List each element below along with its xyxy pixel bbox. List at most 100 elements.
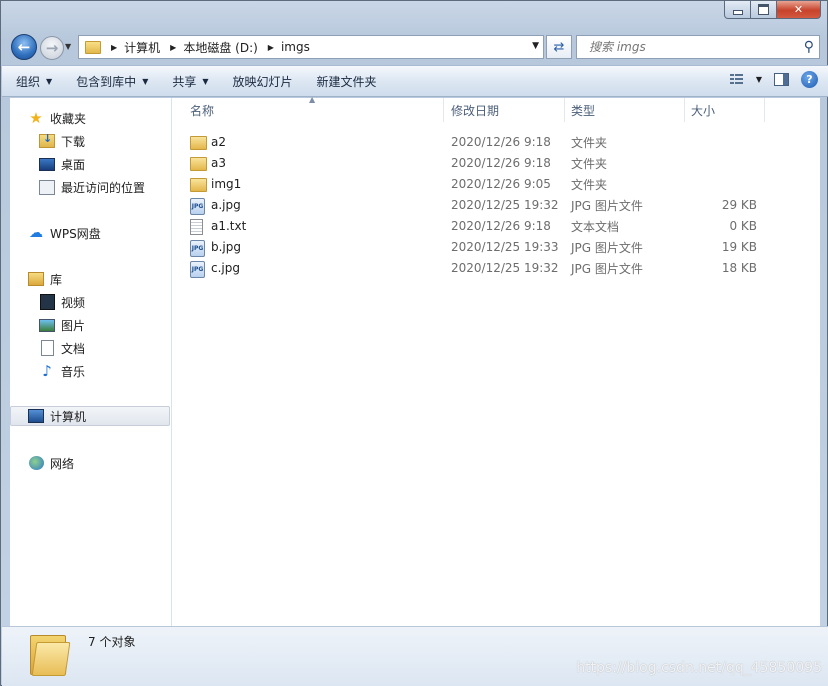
organize-label: 组织 <box>16 74 41 89</box>
change-view-icon[interactable] <box>729 73 744 86</box>
library-icon <box>28 272 44 286</box>
file-name: img1 <box>211 177 242 191</box>
folder-icon <box>190 136 207 150</box>
search-box[interactable]: ⚲ <box>576 35 820 59</box>
computer-icon <box>28 409 44 423</box>
navigation-bar: ← → ▼ ▶ 计算机 ▶ 本地磁盘 (D:) ▶ imgs ▼ ⇄ ⚲ <box>1 33 828 61</box>
table-row[interactable]: JPG b.jpg 2020/12/25 19:33 JPG 图片文件 19 K… <box>184 237 784 257</box>
chevron-down-icon: ▼ <box>142 76 149 86</box>
search-input[interactable] <box>587 39 791 55</box>
column-header-type[interactable]: 类型 <box>565 98 685 122</box>
sidebar-item-network[interactable]: 网络 <box>28 453 188 473</box>
breadcrumb-drive-d[interactable]: 本地磁盘 (D:) <box>183 39 257 56</box>
file-type: JPG 图片文件 <box>571 198 643 213</box>
file-size: 0 KB <box>729 219 757 233</box>
organize-menu[interactable]: 组织 ▼ <box>2 73 62 90</box>
music-icon: ♪ <box>42 362 52 380</box>
maximize-icon <box>758 4 769 15</box>
video-icon <box>39 294 55 310</box>
breadcrumb-imgs[interactable]: imgs <box>281 40 310 54</box>
file-size: 18 KB <box>721 261 757 275</box>
sidebar-item-label: WPS网盘 <box>50 226 101 241</box>
forward-button[interactable]: → <box>40 36 64 60</box>
slideshow-button[interactable]: 放映幻灯片 <box>219 73 303 90</box>
sidebar-item-wps-cloud[interactable]: ☁ WPS网盘 <box>28 223 188 243</box>
file-name: a1.txt <box>211 219 247 233</box>
file-name: a2 <box>211 135 226 149</box>
table-row[interactable]: a3 2020/12/26 9:18 文件夹 <box>184 153 784 173</box>
file-type: JPG 图片文件 <box>571 261 643 276</box>
network-icon <box>28 456 44 470</box>
table-row[interactable]: a2 2020/12/26 9:18 文件夹 <box>184 132 784 152</box>
sidebar-item-label: 最近访问的位置 <box>61 180 146 195</box>
file-list: ▲ 名称 修改日期 类型 大小 a2 2020/12/26 9:18 文件夹 a… <box>172 95 820 626</box>
document-icon <box>40 340 54 356</box>
address-bar[interactable]: ▶ 计算机 ▶ 本地磁盘 (D:) ▶ imgs ▼ <box>78 35 544 59</box>
search-icon[interactable]: ⚲ <box>804 39 814 55</box>
file-name: c.jpg <box>211 261 240 275</box>
breadcrumb-chevron-icon[interactable]: ▶ <box>268 43 274 52</box>
file-date: 2020/12/25 19:33 <box>451 240 559 254</box>
window-controls: ✕ <box>724 1 821 19</box>
column-header-size[interactable]: 大小 <box>685 98 765 122</box>
file-date: 2020/12/26 9:18 <box>451 156 551 170</box>
file-type: 文件夹 <box>571 135 608 150</box>
sidebar-item-computer[interactable]: 计算机 <box>10 406 170 426</box>
breadcrumb-computer[interactable]: 计算机 <box>124 39 160 56</box>
maximize-button[interactable] <box>751 1 777 19</box>
sidebar-item-label: 桌面 <box>61 157 86 172</box>
details-pane: 7 个对象 https://blog.csdn.net/qq_45850095 <box>2 626 828 686</box>
include-in-library-menu[interactable]: 包含到库中 ▼ <box>62 73 158 90</box>
downloads-icon <box>39 132 55 148</box>
star-icon: ★ <box>29 109 43 127</box>
refresh-icon: ⇄ <box>553 39 565 55</box>
sidebar-item-label: 文档 <box>61 341 86 356</box>
file-type: 文件夹 <box>571 177 608 192</box>
file-date: 2020/12/25 19:32 <box>451 198 559 212</box>
help-icon[interactable]: ? <box>801 71 818 88</box>
breadcrumb-chevron-icon[interactable]: ▶ <box>111 43 117 52</box>
refresh-button[interactable]: ⇄ <box>546 35 572 59</box>
table-row[interactable]: img1 2020/12/26 9:05 文件夹 <box>184 174 784 194</box>
column-header-date[interactable]: 修改日期 <box>445 98 565 122</box>
table-row[interactable]: JPG a.jpg 2020/12/25 19:32 JPG 图片文件 29 K… <box>184 195 784 215</box>
table-row[interactable]: a1.txt 2020/12/26 9:18 文本文档 0 KB <box>184 216 784 236</box>
file-name: b.jpg <box>211 240 241 254</box>
sidebar-item-label: 视频 <box>61 295 86 310</box>
back-button[interactable]: ← <box>11 34 37 60</box>
share-label: 共享 <box>172 74 197 89</box>
sidebar-item-favorites[interactable]: ★ 收藏夹 <box>28 108 188 128</box>
file-size: 19 KB <box>721 240 757 254</box>
file-date: 2020/12/26 9:18 <box>451 219 551 233</box>
file-date: 2020/12/26 9:18 <box>451 135 551 149</box>
sidebar-item-label: 网络 <box>50 456 75 471</box>
back-arrow-icon: ← <box>17 38 31 56</box>
watermark: https://blog.csdn.net/qq_45850095 <box>576 660 822 676</box>
jpg-file-icon: JPG <box>190 240 205 257</box>
view-dropdown-icon[interactable]: ▼ <box>756 75 762 84</box>
table-row[interactable]: JPG c.jpg 2020/12/25 19:32 JPG 图片文件 18 K… <box>184 258 784 278</box>
sidebar-item-label: 图片 <box>61 318 86 333</box>
address-dropdown-icon[interactable]: ▼ <box>532 41 539 51</box>
preview-pane-icon[interactable] <box>774 73 789 86</box>
sidebar-item-label: 音乐 <box>61 364 86 379</box>
forward-arrow-icon: → <box>45 39 59 57</box>
sidebar-item-label: 收藏夹 <box>50 111 87 126</box>
sidebar-item-label: 库 <box>50 272 63 287</box>
new-folder-button[interactable]: 新建文件夹 <box>303 73 387 90</box>
folder-icon <box>190 157 207 171</box>
file-name: a.jpg <box>211 198 241 212</box>
close-button[interactable]: ✕ <box>777 1 821 19</box>
picture-icon <box>39 318 55 332</box>
minimize-button[interactable] <box>724 1 751 19</box>
share-menu[interactable]: 共享 ▼ <box>158 73 218 90</box>
sidebar-item-libraries[interactable]: 库 <box>28 269 188 289</box>
breadcrumb-chevron-icon[interactable]: ▶ <box>170 43 176 52</box>
include-in-library-label: 包含到库中 <box>76 74 137 89</box>
text-file-icon <box>190 219 203 235</box>
column-header-name[interactable]: 名称 <box>184 98 444 122</box>
chevron-down-icon: ▼ <box>46 76 53 86</box>
explorer-window: ✕ ← → ▼ ▶ 计算机 ▶ 本地磁盘 (D:) ▶ imgs ▼ ⇄ ⚲ 组… <box>0 0 828 686</box>
file-type: 文件夹 <box>571 156 608 171</box>
recent-pages-dropdown[interactable]: ▼ <box>65 42 71 51</box>
